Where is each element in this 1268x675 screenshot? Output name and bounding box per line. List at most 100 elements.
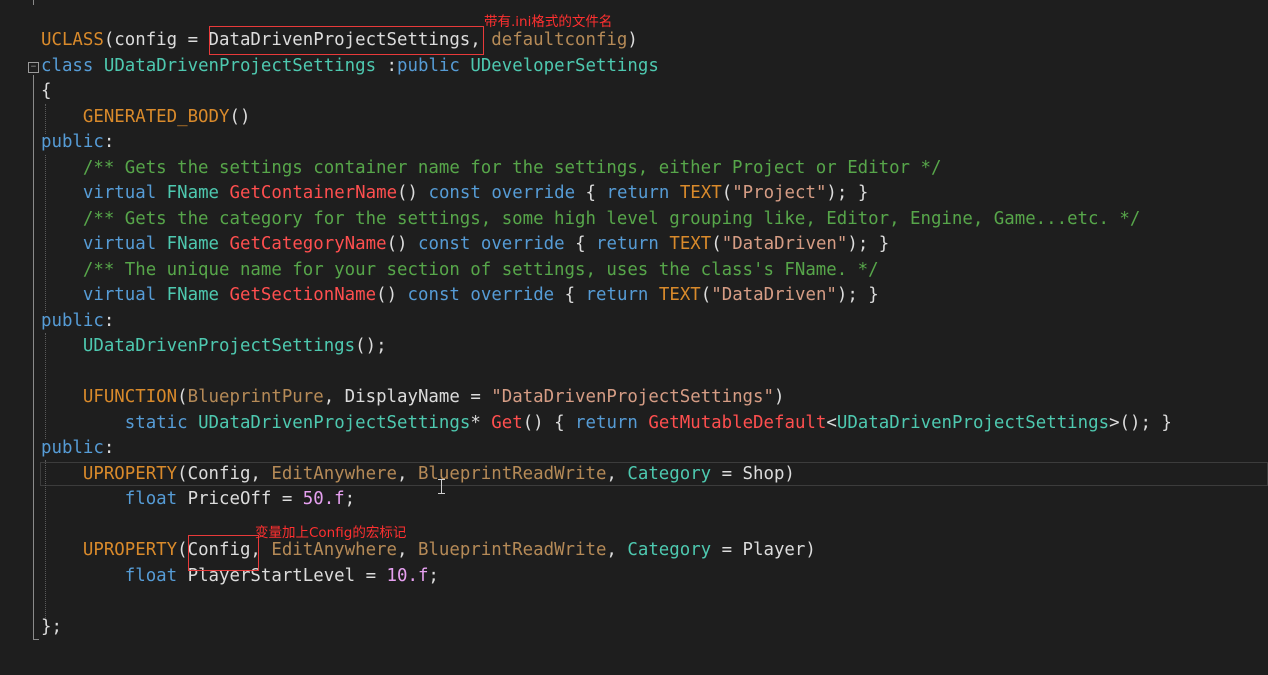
code-token: GENERATED_BODY: [82, 107, 230, 127]
config-highlight-box: [188, 535, 259, 571]
code-editor[interactable]: − UCLASS(config = DataDrivenProjectSetti…: [0, 0, 1268, 675]
code-token: "DataDriven": [721, 234, 848, 254]
code-token: public: [41, 132, 104, 152]
code-token: "DataDriven": [711, 285, 837, 305]
code-line: UPROPERTY(Config, EditAnywhere, Blueprin…: [41, 538, 816, 563]
code-token: FName: [166, 234, 220, 254]
code-token: TEXT: [669, 234, 712, 254]
code-token: return: [606, 183, 670, 203]
config-annotation: 变量加上Config的宏标记: [255, 525, 407, 541]
code-token: UDataDrivenProjectSettings: [82, 336, 356, 356]
mouse-ibeam-cursor: [438, 479, 448, 494]
code-token: UCLASS: [41, 30, 104, 50]
code-token: GetCategoryName: [229, 234, 387, 254]
code-token: UDataDrivenProjectSettings: [836, 413, 1110, 433]
code-token: :: [103, 132, 115, 152]
code-line: };: [41, 615, 62, 640]
code-token: static: [124, 413, 188, 433]
code-token: ): [773, 387, 785, 407]
code-token: ;: [344, 489, 356, 509]
code-line: UPROPERTY(Config, EditAnywhere, Blueprin…: [41, 462, 795, 487]
code-token: (): [376, 285, 408, 305]
code-token: UPROPERTY: [82, 464, 178, 484]
code-token: override: [470, 285, 555, 305]
code-token: *: [470, 413, 492, 433]
code-token: GetContainerName: [229, 183, 398, 203]
code-token: /** Gets the settings container name for…: [82, 158, 942, 178]
code-token: return: [596, 234, 659, 254]
code-token: {: [554, 285, 586, 305]
code-token: Category: [627, 464, 712, 484]
code-line: UDataDrivenProjectSettings();: [41, 334, 387, 359]
code-line: public:: [41, 436, 114, 461]
code-token: , DisplayName =: [323, 387, 492, 407]
code-line: /** The unique name for your section of …: [41, 258, 879, 283]
code-token: TEXT: [679, 183, 722, 203]
code-token: virtual: [82, 234, 157, 254]
code-line: float PriceOff = 50.f;: [41, 487, 355, 512]
fold-line: [33, 75, 34, 640]
code-token: {: [564, 234, 597, 254]
code-token: defaultconfig: [491, 30, 628, 50]
code-line: class UDataDrivenProjectSettings :public…: [41, 54, 659, 79]
code-token: (: [177, 387, 188, 407]
code-token: /** Gets the category for the settings, …: [82, 209, 1141, 229]
code-token: PriceOff =: [177, 489, 303, 509]
code-token: (): [397, 183, 429, 203]
code-line: static UDataDrivenProjectSettings* Get()…: [41, 411, 1172, 436]
code-token: UDataDrivenProjectSettings: [198, 413, 471, 433]
code-token: BlueprintReadWrite: [417, 540, 607, 560]
code-token: 50.f: [302, 489, 345, 509]
code-line: GENERATED_BODY(): [41, 105, 251, 130]
code-line: /** Gets the category for the settings, …: [41, 207, 1140, 232]
code-token: ;: [428, 566, 439, 586]
code-token: UPROPERTY: [82, 540, 178, 560]
code-token: {: [575, 183, 607, 203]
code-token: const: [407, 285, 460, 305]
code-token: = Player): [711, 540, 816, 560]
code-token: ,: [606, 464, 628, 484]
code-token: ,: [397, 540, 418, 560]
code-token: "Project": [732, 183, 827, 203]
code-token: (): [229, 107, 251, 127]
code-token: ,: [606, 540, 628, 560]
fold-toggle-icon[interactable]: −: [28, 62, 39, 73]
code-token: "DataDrivenProjectSettings": [491, 387, 774, 407]
code-token: ); }: [826, 183, 869, 203]
code-token: const: [428, 183, 481, 203]
code-token: (): [386, 234, 418, 254]
code-line: virtual FName GetSectionName() const ove…: [41, 283, 879, 308]
code-token: ); }: [836, 285, 879, 305]
code-token: EditAnywhere: [271, 464, 397, 484]
code-line: {: [41, 79, 51, 104]
code-token: :: [376, 56, 398, 76]
code-token: () {: [522, 413, 576, 433]
code-token: ();: [355, 336, 387, 356]
code-token: BlueprintPure: [187, 387, 324, 407]
code-token: EditAnywhere: [271, 540, 397, 560]
code-token: <: [826, 413, 837, 433]
